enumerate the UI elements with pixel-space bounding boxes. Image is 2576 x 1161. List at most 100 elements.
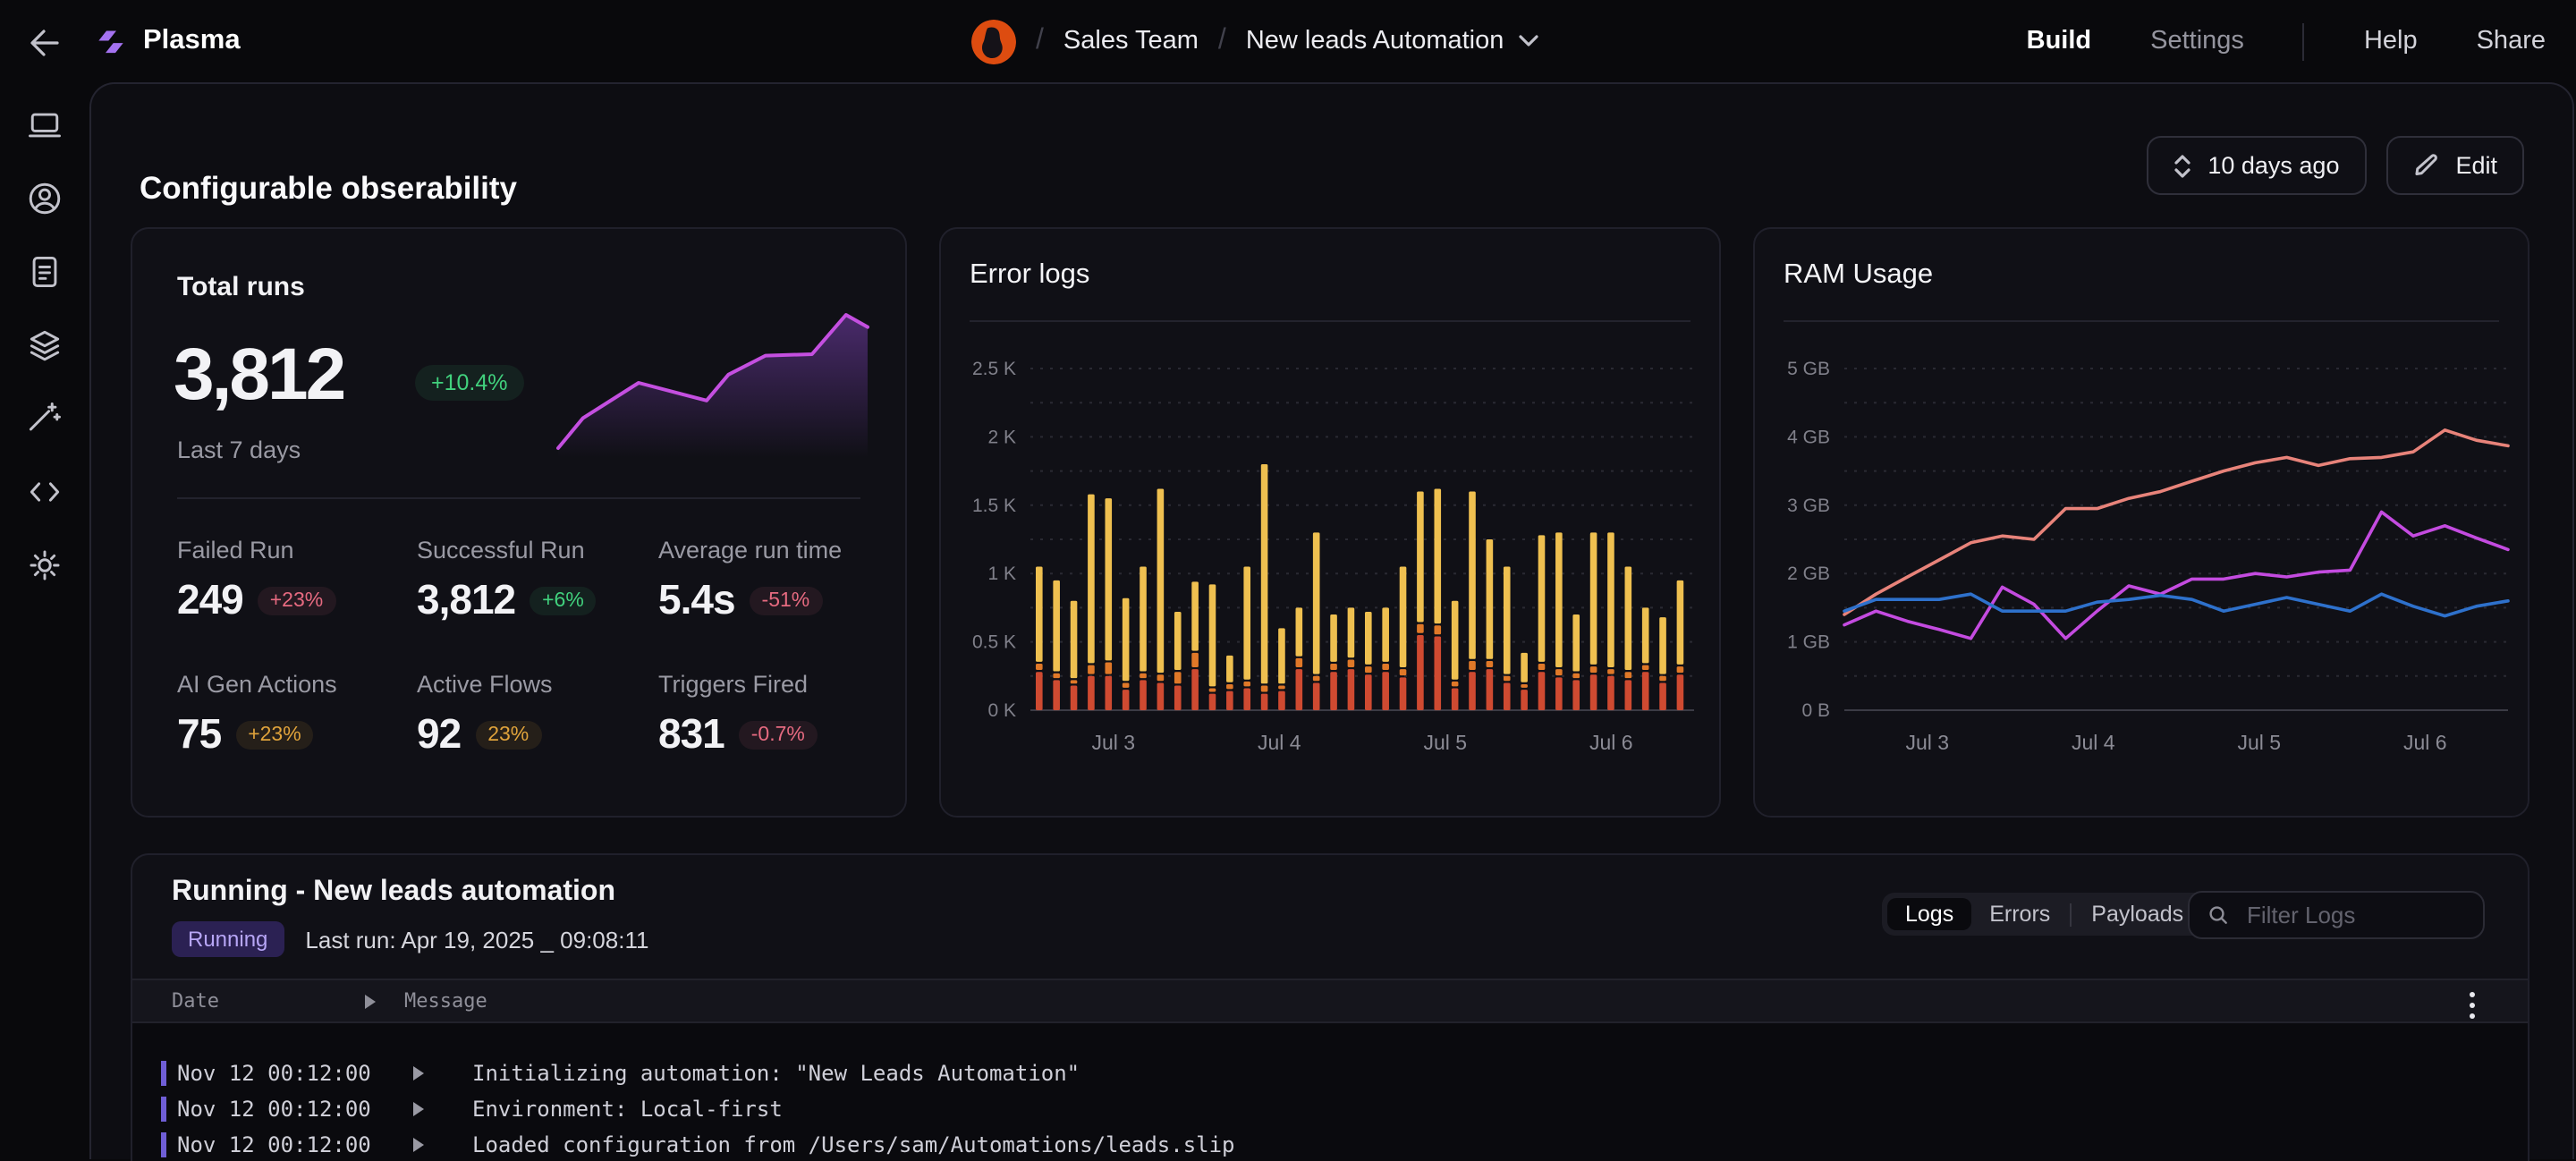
sidebar-item-code[interactable] bbox=[25, 472, 64, 512]
page-controls: 10 days ago Edit bbox=[2147, 136, 2524, 195]
ram-usage-chart: 0 B1 GB2 GB3 GB4 GB5 GBJul 3Jul 4Jul 5Ju… bbox=[1755, 354, 2531, 784]
stat-delta-badge: -51% bbox=[750, 586, 823, 614]
stat-value: 75 bbox=[177, 710, 221, 758]
stat-value: 249 bbox=[177, 576, 243, 624]
stat-ai-gen-actions: AI Gen Actions 75+23% bbox=[177, 671, 410, 758]
nav-share[interactable]: Share bbox=[2477, 27, 2546, 55]
page-title: Configurable obserability bbox=[140, 169, 517, 207]
stat-average-run-time: Average run time 5.4s-51% bbox=[658, 537, 891, 624]
total-runs-card: Total runs 3,812 +10.4% Last 7 days Fail… bbox=[131, 227, 907, 818]
magic-wand-icon bbox=[25, 399, 64, 438]
code-icon bbox=[25, 472, 64, 512]
top-bar: Plasma / Sales Team / New leads Automati… bbox=[0, 0, 2576, 82]
stat-label: Successful Run bbox=[417, 537, 649, 564]
edit-button[interactable]: Edit bbox=[2385, 136, 2524, 195]
svg-text:1 K: 1 K bbox=[987, 564, 1016, 584]
log-row: Nov 12 00:12:00 Environment: Local-first bbox=[132, 1093, 2528, 1129]
total-runs-subtitle: Last 7 days bbox=[177, 436, 301, 463]
kebab-menu-icon bbox=[2469, 991, 2476, 1020]
nav-settings[interactable]: Settings bbox=[2150, 27, 2244, 55]
run-panel: Running - New leads automation Running L… bbox=[131, 853, 2529, 1161]
nav-help[interactable]: Help bbox=[2364, 27, 2418, 55]
stat-label: AI Gen Actions bbox=[177, 671, 410, 698]
stat-delta-badge: -0.7% bbox=[739, 720, 818, 749]
log-date: Nov 12 00:12:00 bbox=[177, 1132, 371, 1157]
tab-errors[interactable]: Errors bbox=[1971, 898, 2068, 930]
error-logs-card: Error logs 0 K0.5 K1 K1.5 K2 K2.5 KJul 3… bbox=[939, 227, 1721, 818]
svg-text:Jul 4: Jul 4 bbox=[2072, 731, 2115, 754]
status-badge: Running bbox=[172, 921, 284, 957]
log-row-marker bbox=[161, 1132, 166, 1157]
svg-text:Jul 6: Jul 6 bbox=[2403, 731, 2447, 754]
filter-logs-input[interactable] bbox=[2243, 900, 2465, 930]
stat-delta-badge: +6% bbox=[530, 586, 597, 614]
time-range-button[interactable]: 10 days ago bbox=[2147, 136, 2366, 195]
stat-failed-run: Failed Run 249 +23% bbox=[177, 537, 410, 624]
card-divider bbox=[1784, 320, 2499, 322]
main-panel: Configurable obserability 10 days ago Ed… bbox=[89, 82, 2574, 1159]
play-icon bbox=[413, 1066, 424, 1080]
play-icon bbox=[413, 1138, 424, 1152]
layers-icon bbox=[25, 326, 64, 365]
brand: Plasma bbox=[93, 0, 241, 82]
sidebar-item-docs[interactable] bbox=[25, 252, 64, 292]
stat-delta-badge: 23% bbox=[475, 720, 541, 749]
card-divider bbox=[177, 497, 860, 499]
log-table-header: Date Message bbox=[132, 979, 2528, 1023]
app-window: Plasma / Sales Team / New leads Automati… bbox=[0, 0, 2576, 1159]
chevron-down-icon bbox=[1518, 34, 1538, 48]
pencil-icon bbox=[2412, 152, 2439, 179]
total-runs-title: Total runs bbox=[177, 272, 305, 302]
nav-build[interactable]: Build bbox=[2027, 27, 2092, 55]
log-row: Nov 12 00:12:00 Initializing automation:… bbox=[132, 1057, 2528, 1093]
last-run-text: Last run: Apr 19, 2025 _ 09:08:11 bbox=[305, 926, 648, 953]
svg-text:1 GB: 1 GB bbox=[1787, 632, 1830, 653]
avatar-image bbox=[971, 19, 1016, 64]
log-output[interactable]: Nov 12 00:12:00 Initializing automation:… bbox=[132, 1023, 2528, 1161]
breadcrumb-automation[interactable]: New leads Automation bbox=[1246, 27, 1538, 55]
avatar[interactable] bbox=[971, 19, 1016, 64]
back-button[interactable] bbox=[23, 21, 66, 64]
sidebar-item-account[interactable] bbox=[25, 179, 64, 218]
ram-usage-title: RAM Usage bbox=[1784, 259, 1933, 292]
stat-value: 5.4s bbox=[658, 576, 735, 624]
log-row-marker bbox=[161, 1097, 166, 1122]
sidebar-item-settings[interactable] bbox=[25, 546, 64, 585]
back-arrow-icon bbox=[23, 21, 66, 64]
ram-usage-card: RAM Usage 0 B1 GB2 GB3 GB4 GB5 GBJul 3Ju… bbox=[1753, 227, 2529, 818]
breadcrumb-separator: / bbox=[1218, 25, 1226, 57]
log-row-marker bbox=[161, 1061, 166, 1086]
svg-text:1.5 K: 1.5 K bbox=[972, 496, 1016, 516]
breadcrumb-team[interactable]: Sales Team bbox=[1063, 27, 1199, 55]
search-icon bbox=[2207, 902, 2229, 928]
tab-logs[interactable]: Logs bbox=[1887, 898, 1971, 930]
run-meta: Running Last run: Apr 19, 2025 _ 09:08:1… bbox=[172, 921, 648, 957]
sidebar-item-automations[interactable] bbox=[25, 399, 64, 438]
up-down-chevrons-icon bbox=[2174, 153, 2191, 178]
log-date: Nov 12 00:12:00 bbox=[177, 1061, 371, 1086]
sidebar-item-layers[interactable] bbox=[25, 326, 64, 365]
stat-successful-run: Successful Run 3,812 +6% bbox=[417, 537, 649, 624]
breadcrumb: / Sales Team / New leads Automation bbox=[971, 0, 1538, 82]
log-row: Nov 12 00:12:00 Loaded configuration fro… bbox=[132, 1129, 2528, 1161]
total-runs-sparkline-chart bbox=[556, 304, 869, 458]
tab-divider bbox=[2070, 903, 2072, 926]
sidebar-item-dashboard[interactable] bbox=[25, 106, 64, 145]
file-text-icon bbox=[25, 252, 64, 292]
gear-icon bbox=[25, 546, 64, 585]
stat-value: 3,812 bbox=[417, 576, 515, 624]
svg-text:3 GB: 3 GB bbox=[1787, 496, 1830, 516]
stat-triggers-fired: Triggers Fired 831-0.7% bbox=[658, 671, 891, 758]
brand-name: Plasma bbox=[143, 25, 241, 57]
top-nav: Build Settings Help Share bbox=[2027, 0, 2546, 82]
stat-delta-badge: +23% bbox=[258, 586, 335, 614]
breadcrumb-separator: / bbox=[1036, 25, 1044, 57]
log-options-button[interactable] bbox=[2465, 987, 2479, 1023]
svg-text:Jul 6: Jul 6 bbox=[1589, 731, 1633, 754]
svg-text:4 GB: 4 GB bbox=[1787, 427, 1830, 447]
message-column-header[interactable]: Message bbox=[404, 989, 487, 1013]
log-message: Initializing automation: "New Leads Auto… bbox=[472, 1061, 1080, 1086]
stat-label: Failed Run bbox=[177, 537, 410, 564]
date-column-header[interactable]: Date bbox=[172, 989, 219, 1013]
tab-payloads[interactable]: Payloads bbox=[2073, 898, 2201, 930]
